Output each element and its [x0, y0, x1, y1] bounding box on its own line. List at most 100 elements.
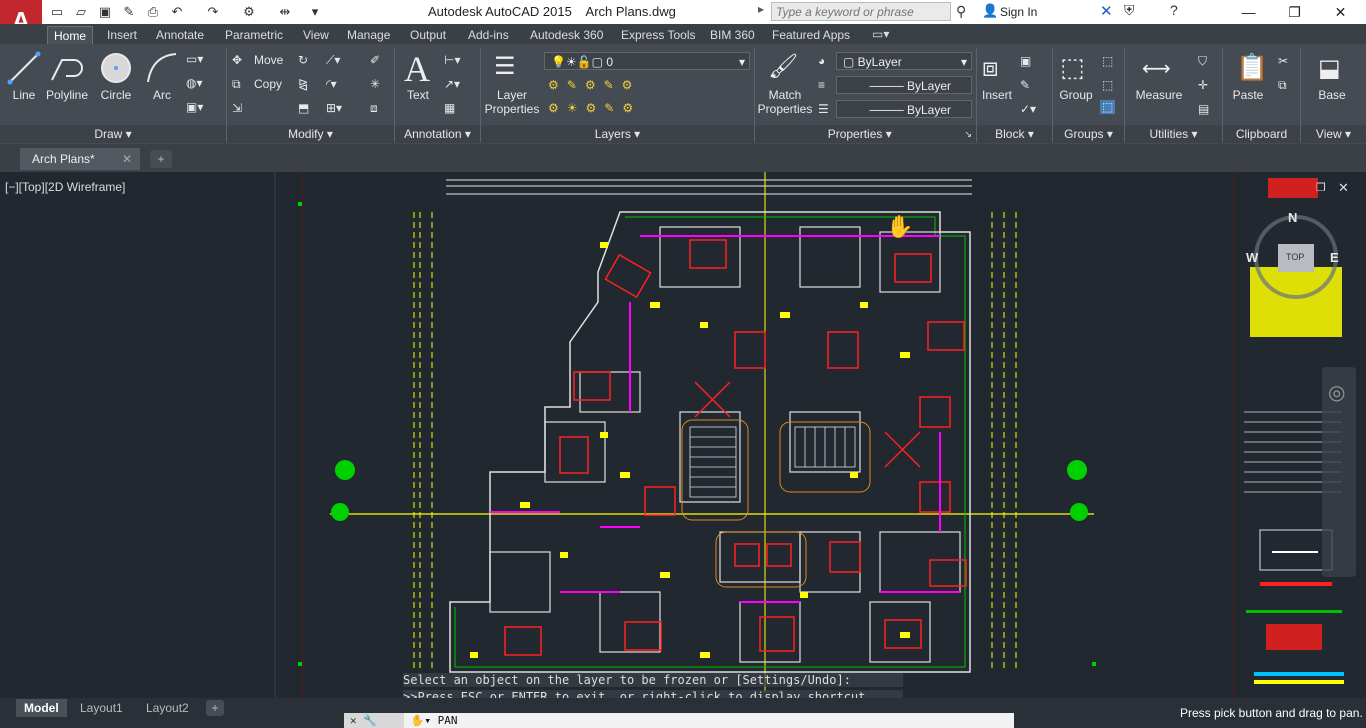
search-input[interactable]	[771, 2, 951, 21]
mirror-icon[interactable]: ⧎	[298, 77, 308, 91]
tab-insert[interactable]: Insert	[101, 26, 143, 44]
command-input[interactable]: PAN	[438, 714, 458, 727]
utilities-panel-label[interactable]: Utilities ▾	[1125, 125, 1222, 143]
tab-view[interactable]: View	[297, 26, 335, 44]
create-block-icon[interactable]: ▣	[1020, 54, 1031, 68]
clipboard-panel-label[interactable]: Clipboard	[1223, 125, 1300, 143]
tab-express-tools[interactable]: Express Tools	[615, 26, 701, 44]
redo-icon[interactable]: ↷	[204, 3, 222, 21]
lineweight-dropdown[interactable]: ──── ByLayer	[836, 100, 972, 118]
tab-manage[interactable]: Manage	[341, 26, 396, 44]
line-button[interactable]: Line	[6, 88, 42, 102]
restore-button[interactable]: ❐	[1272, 0, 1317, 24]
circle-button[interactable]: Circle	[96, 88, 136, 102]
fillet-icon[interactable]: ◜▾	[326, 77, 337, 91]
viewport-restore-icon[interactable]: ❐	[1316, 181, 1326, 194]
draw-panel-label[interactable]: Draw ▾	[0, 125, 226, 143]
group-edit-icon[interactable]: ⬚	[1102, 78, 1113, 92]
polyline-button[interactable]: Polyline	[44, 88, 90, 102]
command-line-tools-icons[interactable]: ✕ 🔧	[344, 713, 404, 728]
exchange-apps-icon[interactable]: ✕	[1100, 2, 1113, 20]
arc-button[interactable]: Arc	[144, 88, 180, 102]
layer-dropdown[interactable]: 💡☀🔓▢ 0 ▾	[544, 52, 750, 70]
tab-output[interactable]: Output	[404, 26, 452, 44]
erase-icon[interactable]: ✐	[370, 53, 380, 67]
minimize-button[interactable]: —	[1226, 0, 1271, 24]
tab-home[interactable]: Home	[47, 26, 94, 45]
copy-button[interactable]: Copy	[254, 77, 282, 91]
layers-panel-label[interactable]: Layers ▾	[481, 125, 754, 143]
print-icon[interactable]: ⎙	[144, 3, 162, 21]
insert-button[interactable]: Insert	[978, 88, 1016, 102]
stretch-icon[interactable]: ⇲	[232, 101, 242, 115]
move-button[interactable]: Move	[254, 53, 283, 67]
new-icon[interactable]: ▭	[48, 3, 66, 21]
calculator-icon[interactable]: ▤	[1198, 102, 1209, 116]
copy-clip-icon[interactable]: ⧉	[1278, 78, 1287, 93]
array-icon[interactable]: ⊞▾	[326, 101, 342, 115]
binoculars-icon[interactable]: ⚲	[956, 3, 966, 20]
workspace-icon[interactable]: ⚙	[240, 3, 258, 21]
tab-layout2[interactable]: Layout2	[138, 699, 197, 717]
dimension-icon[interactable]: ⊢▾	[444, 53, 460, 67]
tab-add-ins[interactable]: Add-ins	[462, 26, 515, 44]
close-button[interactable]: ✕	[1318, 0, 1363, 24]
id-point-icon[interactable]: ✛	[1198, 78, 1208, 92]
saveas-icon[interactable]: ✎	[120, 3, 138, 21]
new-tab-icon[interactable]: +	[150, 150, 172, 168]
region-icon[interactable]: ▣▾	[186, 100, 203, 114]
viewport-controls[interactable]: [−][Top][2D Wireframe]	[5, 180, 125, 194]
leader-icon[interactable]: ↗▾	[444, 77, 460, 91]
measure-button[interactable]: Measure	[1132, 88, 1186, 102]
layer-properties-button[interactable]: Layer Properties	[482, 88, 542, 116]
text-button[interactable]: Text	[400, 88, 436, 102]
tab-autodesk-360[interactable]: Autodesk 360	[524, 26, 609, 44]
customize-qat-icon[interactable]: ▾	[306, 3, 324, 21]
ungroup-icon[interactable]: ⬚	[1102, 54, 1113, 68]
tab-featured-apps[interactable]: Featured Apps	[766, 26, 856, 44]
save-icon[interactable]: ▣	[96, 3, 114, 21]
offset-icon[interactable]: ⧈	[370, 101, 378, 116]
layer-tools-row1-icons[interactable]: ⚙✎⚙✎⚙	[548, 78, 640, 92]
edit-block-icon[interactable]: ✎	[1020, 78, 1030, 92]
undo-icon[interactable]: ↶	[168, 3, 186, 21]
rectangle-icon[interactable]: ▭▾	[186, 52, 203, 66]
table-icon[interactable]: ▦	[444, 101, 455, 115]
viewcube-west[interactable]: W	[1246, 250, 1258, 265]
properties-panel-label[interactable]: Properties ▾ ↘	[755, 125, 976, 143]
tab-model[interactable]: Model	[16, 699, 67, 717]
tab-annotate[interactable]: Annotate	[150, 26, 210, 44]
minimize-ribbon-icon[interactable]: ▭▾	[872, 27, 889, 41]
open-icon[interactable]: ▱	[72, 3, 90, 21]
base-button[interactable]: Base	[1310, 88, 1354, 102]
command-line[interactable]: ✕ 🔧 ✋▾ PAN	[344, 713, 1014, 728]
steering-wheel-icon[interactable]: ◎	[1328, 380, 1345, 405]
tab-bim-360[interactable]: BIM 360	[704, 26, 761, 44]
viewcube-north[interactable]: N	[1288, 210, 1297, 225]
viewcube-east[interactable]: E	[1330, 250, 1339, 265]
explode-icon[interactable]: ✳	[370, 77, 380, 91]
hatch-icon[interactable]: ◍▾	[186, 76, 203, 90]
viewcube-top-face[interactable]: TOP	[1286, 252, 1304, 262]
tab-layout1[interactable]: Layout1	[72, 699, 131, 717]
group-button[interactable]: Group	[1056, 88, 1096, 102]
tab-parametric[interactable]: Parametric	[219, 26, 289, 44]
scale-icon[interactable]: ⬒	[298, 101, 309, 115]
new-layout-icon[interactable]: +	[206, 700, 224, 716]
modify-panel-label[interactable]: Modify ▾	[227, 125, 394, 143]
cut-icon[interactable]: ✂	[1278, 54, 1288, 68]
help-icon[interactable]: ?	[1170, 2, 1178, 18]
block-panel-label[interactable]: Block ▾	[977, 125, 1052, 143]
quick-select-icon[interactable]: ⛉	[1198, 54, 1207, 69]
attribute-icon[interactable]: ✓▾	[1020, 102, 1036, 116]
annotation-panel-label[interactable]: Annotation ▾	[395, 125, 480, 143]
search-expand-icon[interactable]: ▸	[758, 2, 764, 16]
match-properties-button[interactable]: Match Properties	[756, 88, 814, 116]
properties-icon[interactable]: ⇹	[276, 3, 294, 21]
linetype-dropdown[interactable]: ──── ByLayer	[836, 76, 972, 94]
trim-icon[interactable]: ⟋▾	[326, 53, 340, 68]
file-tab-arch-plans[interactable]: Arch Plans* ✕	[20, 148, 140, 170]
layer-tools-row2-icons[interactable]: ⚙☀⚙✎⚙	[548, 101, 641, 115]
sign-in-link[interactable]: Sign In	[1000, 5, 1037, 19]
color-dropdown[interactable]: ▢ ByLayer ▾	[836, 52, 972, 70]
